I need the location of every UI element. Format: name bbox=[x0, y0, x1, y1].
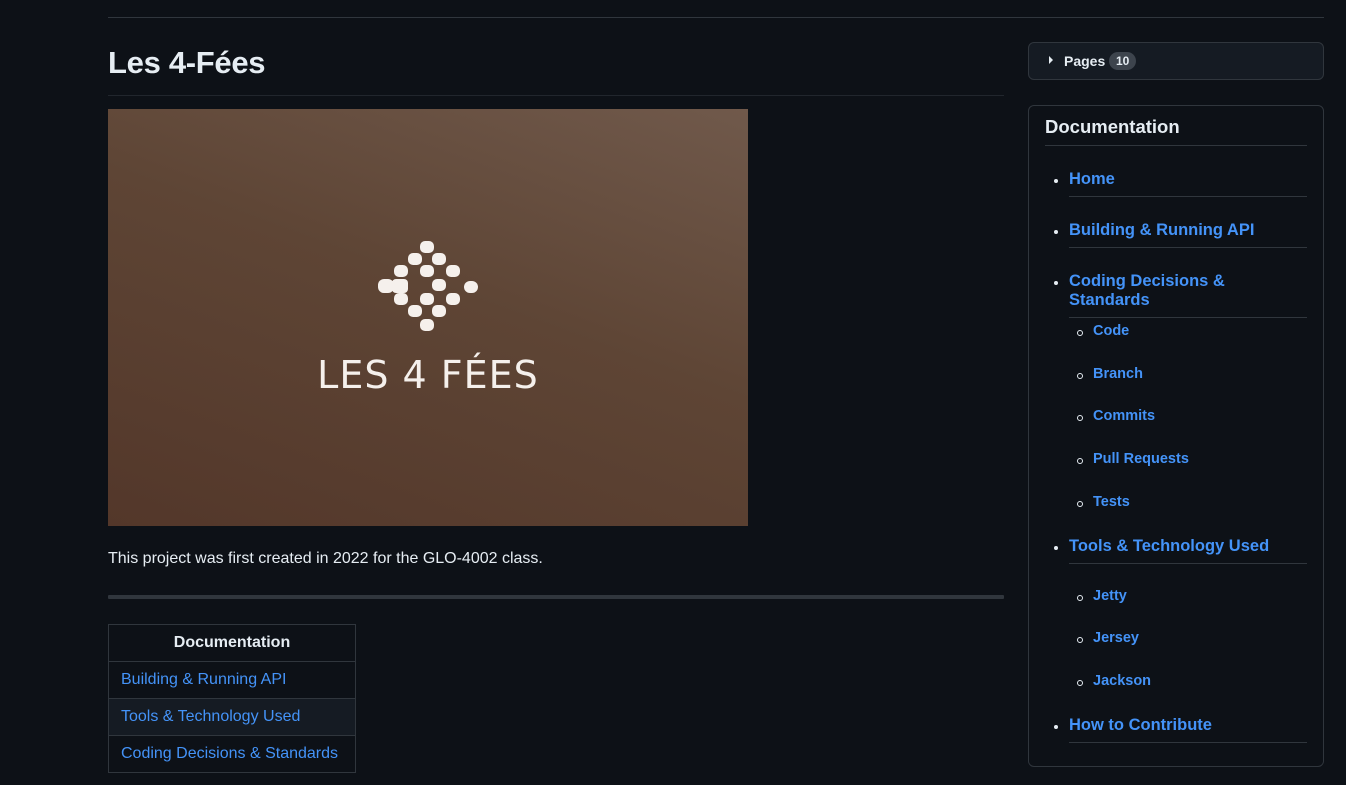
bullet-icon bbox=[1077, 458, 1083, 464]
section-divider bbox=[108, 595, 1004, 599]
bullet-icon bbox=[1077, 373, 1083, 379]
pages-label: Pages bbox=[1064, 53, 1106, 69]
bullet-icon bbox=[1054, 725, 1058, 729]
top-divider bbox=[108, 17, 1324, 18]
sidebar-item-jersey[interactable]: Jersey bbox=[1093, 630, 1139, 646]
sidebar-item-tests[interactable]: Tests bbox=[1093, 494, 1130, 510]
sidebar-documentation: Documentation Home Building & Running AP… bbox=[1028, 105, 1324, 767]
page-title: Les 4-Fées bbox=[108, 45, 266, 80]
sidebar-heading: Documentation bbox=[1045, 116, 1180, 137]
caret-right-icon bbox=[1049, 56, 1053, 64]
sidebar-item-tools-technology[interactable]: Tools & Technology Used bbox=[1069, 537, 1307, 564]
table-row: Coding Decisions & Standards bbox=[108, 735, 356, 773]
sidebar-item-how-to-contribute[interactable]: How to Contribute bbox=[1069, 716, 1307, 743]
sidebar-item-pull-requests[interactable]: Pull Requests bbox=[1093, 451, 1189, 467]
table-link-coding-decisions[interactable]: Coding Decisions & Standards bbox=[121, 745, 338, 762]
pages-count-badge: 10 bbox=[1109, 52, 1137, 70]
bullet-icon bbox=[1054, 281, 1058, 285]
sidebar-item-code[interactable]: Code bbox=[1093, 323, 1129, 339]
sidebar-item-branch[interactable]: Branch bbox=[1093, 366, 1143, 382]
sidebar-item-jackson[interactable]: Jackson bbox=[1093, 673, 1151, 689]
bullet-icon bbox=[1077, 330, 1083, 336]
title-divider bbox=[108, 95, 1004, 96]
banner-title: LES 4 FÉES bbox=[317, 353, 539, 397]
sidebar-item-coding-decisions[interactable]: Coding Decisions & Standards bbox=[1069, 272, 1307, 318]
sidebar-item-home[interactable]: Home bbox=[1069, 170, 1307, 197]
bullet-icon bbox=[1054, 179, 1058, 183]
bullet-icon bbox=[1054, 230, 1058, 234]
table-link-tools-technology[interactable]: Tools & Technology Used bbox=[121, 708, 300, 725]
table-link-building-running-api[interactable]: Building & Running API bbox=[121, 671, 286, 688]
sidebar-item-building-running-api[interactable]: Building & Running API bbox=[1069, 221, 1307, 248]
sidebar-heading-divider bbox=[1045, 145, 1307, 146]
table-row: Building & Running API bbox=[108, 661, 356, 699]
project-description: This project was first created in 2022 f… bbox=[108, 550, 543, 567]
les-4-fees-logo-icon bbox=[378, 241, 478, 331]
bullet-icon bbox=[1054, 546, 1058, 550]
table-header: Documentation bbox=[108, 624, 356, 662]
sidebar-item-commits[interactable]: Commits bbox=[1093, 408, 1155, 424]
bullet-icon bbox=[1077, 637, 1083, 643]
bullet-icon bbox=[1077, 415, 1083, 421]
project-banner-image: LES 4 FÉES bbox=[108, 109, 748, 526]
table-row: Tools & Technology Used bbox=[108, 698, 356, 736]
wiki-content: Les 4-Fées LES 4 FÉES This project was f… bbox=[108, 40, 1004, 773]
bullet-icon bbox=[1077, 501, 1083, 507]
bullet-icon bbox=[1077, 680, 1083, 686]
documentation-table: Documentation Building & Running API Too… bbox=[108, 624, 356, 773]
sidebar-item-jetty[interactable]: Jetty bbox=[1093, 588, 1127, 604]
bullet-icon bbox=[1077, 595, 1083, 601]
pages-toggle[interactable]: Pages 10 bbox=[1028, 42, 1324, 80]
